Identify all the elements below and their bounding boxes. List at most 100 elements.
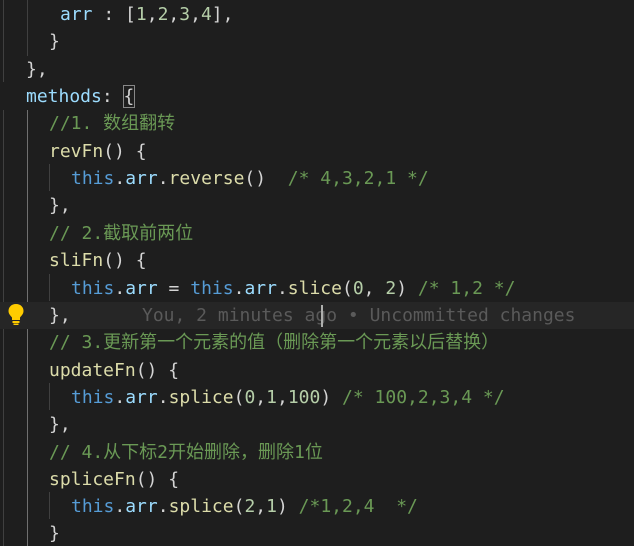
indent-guide [49, 164, 50, 191]
token-number: 3 [179, 4, 191, 25]
token-punct: : [101, 86, 124, 107]
token-punct: () { [135, 360, 180, 381]
indent-guide [49, 383, 50, 410]
token-punct: , [190, 4, 201, 25]
token-punct: ( [341, 278, 353, 299]
token-comment: //1. 数组翻转 [49, 113, 176, 134]
code-line[interactable]: } [49, 28, 60, 55]
token-punct: . [114, 387, 126, 408]
code-line[interactable]: //1. 数组翻转 [49, 110, 175, 137]
token-punct: = [157, 278, 191, 299]
token-punct: } [49, 31, 60, 52]
indent-guide [3, 0, 4, 82]
token-punct: }, [49, 414, 71, 435]
indent-guide [49, 492, 50, 519]
token-punct: () { [103, 250, 147, 271]
code-line[interactable]: updateFn() { [49, 357, 179, 384]
code-line[interactable]: }, [49, 192, 71, 219]
token-keyword: this [71, 278, 115, 299]
code-line[interactable]: revFn() { [49, 138, 147, 165]
code-line[interactable]: sliFn() { [49, 247, 147, 274]
token-punct: }, [49, 195, 71, 216]
token-keyword: this [71, 168, 115, 189]
token-number: 0 [244, 387, 256, 408]
token-function: spliceFn [49, 469, 136, 490]
token-punct: ( [233, 387, 245, 408]
token-punct: : [ [92, 4, 136, 25]
token-keyword: this [71, 387, 115, 408]
token-function: reverse [168, 168, 245, 189]
token-punct: } [49, 523, 60, 544]
token-comment: /* 4,3,2,1 */ [287, 168, 429, 189]
token-property: arr [125, 168, 158, 189]
token-number: 2 [244, 496, 256, 517]
lightbulb-icon[interactable] [6, 302, 26, 326]
token-punct: () { [103, 141, 147, 162]
code-line[interactable]: this.arr.splice(0,1,100) /* 100,2,3,4 */ [71, 384, 505, 411]
token-number: 2 [157, 4, 169, 25]
token-number: 1 [135, 4, 147, 25]
token-function: updateFn [49, 360, 136, 381]
token-punct: () { [135, 469, 180, 490]
token-punct: ) [320, 387, 343, 408]
token-property: arr [125, 278, 158, 299]
token-punct: . [114, 278, 126, 299]
token-function: splice [168, 496, 234, 517]
token-keyword: this [190, 278, 234, 299]
token-punct: , [276, 387, 288, 408]
token-keyword: this [71, 496, 115, 517]
git-blame-annotation: You, 2 minutes ago • Uncommitted changes [142, 302, 575, 329]
code-line[interactable]: this.arr.splice(2,1) /*1,2,4 */ [71, 493, 418, 520]
bracket-match: { [122, 85, 136, 108]
token-punct: ) [276, 496, 299, 517]
token-punct: . [276, 278, 288, 299]
code-line[interactable]: }, [49, 411, 71, 438]
token-number: 2 [385, 278, 397, 299]
token-property: methods [26, 86, 102, 107]
token-punct: . [114, 168, 126, 189]
token-property: arr [125, 496, 158, 517]
code-line[interactable]: arr : [1,2,3,4], [60, 1, 233, 28]
code-line[interactable]: this.arr = this.arr.slice(0, 2) /* 1,2 *… [71, 275, 515, 302]
code-line[interactable]: }, [49, 302, 71, 329]
token-punct: . [157, 168, 169, 189]
token-punct: ], [211, 4, 234, 25]
code-line[interactable]: this.arr.reverse() /* 4,3,2,1 */ [71, 165, 429, 192]
code-line[interactable]: }, [26, 56, 48, 83]
token-function: slice [287, 278, 342, 299]
token-punct: , [363, 278, 386, 299]
token-punct: ) [396, 278, 418, 299]
code-line[interactable]: // 3.更新第一个元素的值（删除第一个元素以后替换） [49, 329, 499, 356]
token-function: splice [168, 387, 234, 408]
code-line[interactable]: methods: { [26, 83, 136, 110]
token-punct: . [157, 387, 169, 408]
code-line[interactable]: // 2.截取前两位 [49, 220, 193, 247]
text-cursor [321, 305, 323, 327]
token-punct: , [168, 4, 180, 25]
token-punct: }, [26, 59, 48, 80]
indent-guide [27, 0, 28, 56]
indent-guide [49, 274, 50, 301]
code-editor[interactable]: arr : [1,2,3,4], } }, methods: { //1. 数组… [0, 0, 634, 546]
token-number: 1 [266, 496, 277, 517]
token-number: 4 [200, 4, 212, 25]
code-line[interactable]: spliceFn() { [49, 466, 179, 493]
code-line[interactable]: // 4.从下标2开始删除，删除1位 [49, 439, 323, 466]
token-punct: , [146, 4, 158, 25]
token-comment: // 4.从下标2开始删除，删除1位 [49, 442, 323, 463]
token-function: sliFn [49, 250, 104, 271]
token-punct: , [255, 496, 267, 517]
token-punct: . [157, 496, 169, 517]
token-number: 100 [287, 387, 321, 408]
token-punct: , [255, 387, 267, 408]
token-comment: // 2.截取前两位 [49, 223, 194, 244]
token-punct: }, [49, 305, 71, 326]
code-line[interactable]: } [49, 520, 60, 546]
token-comment: /* 1,2 */ [417, 278, 516, 299]
token-property: arr [125, 387, 158, 408]
git-blame-text: You, 2 minutes ago • Uncommitted changes [142, 305, 576, 326]
token-number: 0 [352, 278, 364, 299]
token-comment: /*1,2,4 */ [298, 496, 418, 517]
token-punct: () [244, 168, 288, 189]
token-comment: /* 100,2,3,4 */ [342, 387, 505, 408]
